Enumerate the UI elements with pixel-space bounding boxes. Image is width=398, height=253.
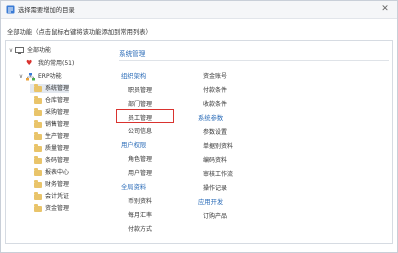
folder-icon — [34, 84, 42, 92]
folder-icon — [34, 144, 42, 152]
tree-item-label: 销售管理 — [45, 121, 70, 128]
tree-item-label: 全部功能 — [27, 47, 52, 54]
folder-icon — [34, 168, 42, 176]
tree-item-label: 会计凭证 — [45, 193, 70, 200]
window-title: 选择需要增加的目录 — [18, 7, 75, 14]
section-system-parameters: 系统参数 — [198, 115, 224, 122]
folder-icon — [34, 204, 42, 212]
highlight-box — [116, 109, 174, 123]
menu-item-staff-management[interactable]: 职员管理 — [128, 85, 152, 94]
section-app-development: 应用开发 — [198, 199, 224, 206]
tree-item-label: 财务管理 — [45, 181, 70, 188]
chevron-down-icon[interactable]: ∨ — [8, 46, 14, 55]
tree-item-label: 采购管理 — [45, 109, 70, 116]
tree-item-label: 我的常用(51) — [38, 60, 75, 67]
folder-icon — [34, 120, 42, 128]
tree-item-label: 系统管理 — [45, 85, 70, 92]
tree-item-label: 资金管理 — [45, 205, 70, 212]
menu-item-currency-data[interactable]: 币别资料 — [128, 196, 152, 205]
tree-item-label: 条码管理 — [45, 157, 70, 164]
function-tree: ∨ 全部功能 ♥ 我的常用(51) ∨ ERP功能 系统管理 仓库管理 采购管理… — [6, 41, 116, 243]
menu-item-code-data[interactable]: 编码资料 — [203, 155, 227, 164]
section-org-structure: 组织架构 — [121, 73, 147, 80]
section-user-permissions: 用户权限 — [121, 142, 147, 149]
tree-item-label: 生产管理 — [45, 133, 70, 140]
menu-item-user-management[interactable]: 用户管理 — [128, 168, 152, 177]
menu-item-payment-method[interactable]: 付款方式 — [128, 224, 152, 233]
heart-icon: ♥ — [26, 59, 33, 67]
folder-icon — [34, 96, 42, 104]
menu-item-operation-log[interactable]: 操作记录 — [203, 183, 227, 192]
menu-item-receipt-terms[interactable]: 收款条件 — [203, 99, 227, 108]
tree-item-label: ERP功能 — [38, 73, 62, 80]
section-global-data: 全局资料 — [121, 184, 147, 191]
menu-item-fund-account[interactable]: 资金账号 — [203, 71, 227, 80]
menu-item-department-management[interactable]: 部门管理 — [128, 99, 152, 108]
menu-item-payment-terms[interactable]: 付款条件 — [203, 85, 227, 94]
category-title: 系统管理 — [119, 50, 146, 58]
divider — [119, 60, 389, 61]
folder-icon — [34, 180, 42, 188]
org-icon — [26, 72, 35, 80]
folder-icon — [34, 156, 42, 164]
menu-item-company-info[interactable]: 公司信息 — [128, 126, 152, 135]
menu-item-document-data[interactable]: 单据别资料 — [203, 141, 233, 150]
title-bar: 选择需要增加的目录 ✕ — [1, 1, 397, 19]
function-content: 系统管理 组织架构 职员管理 部门管理 员工管理 公司信息 用户权限 角色管理 … — [116, 41, 392, 243]
page-subtitle: 全部功能（点击鼠标右键将该功能添加到常用列表） — [7, 29, 152, 36]
folder-icon — [34, 192, 42, 200]
tree-item-label: 报表中心 — [45, 169, 70, 176]
folder-icon — [34, 132, 42, 140]
tree-item-label: 仓库管理 — [45, 97, 70, 104]
app-icon — [6, 5, 15, 14]
chevron-down-icon[interactable]: ∨ — [18, 72, 24, 81]
folder-icon — [34, 108, 42, 116]
select-directory-dialog: 选择需要增加的目录 ✕ 全部功能（点击鼠标右键将该功能添加到常用列表） ∨ 全部… — [0, 0, 398, 253]
menu-item-approval-workflow[interactable]: 审核工作流 — [203, 169, 233, 178]
menu-item-monthly-exchange-rate[interactable]: 每月汇率 — [128, 210, 152, 219]
menu-item-role-management[interactable]: 角色管理 — [128, 154, 152, 163]
function-panel: ∨ 全部功能 ♥ 我的常用(51) ∨ ERP功能 系统管理 仓库管理 采购管理… — [5, 40, 393, 244]
tree-item-label: 质量管理 — [45, 145, 70, 152]
monitor-icon — [15, 47, 24, 54]
close-icon[interactable]: ✕ — [379, 3, 391, 15]
menu-item-order-products[interactable]: 订购产品 — [203, 211, 227, 220]
menu-item-parameter-settings[interactable]: 参数设置 — [203, 127, 227, 136]
